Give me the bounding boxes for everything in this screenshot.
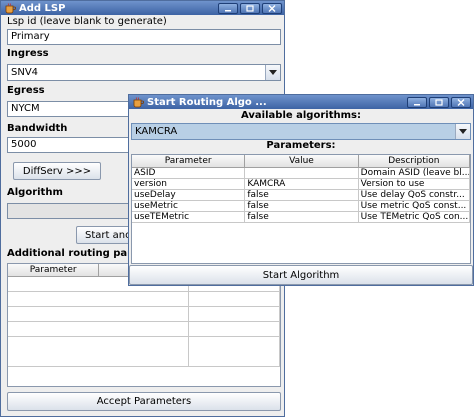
column-header-parameter[interactable]: Parameter [8,264,100,276]
table-row[interactable] [8,337,280,367]
diffserv-button[interactable]: DiffServ >>> [13,162,101,180]
param-description: Use TEMetric QoS con... [360,212,470,222]
algorithm-label: Algorithm [7,187,63,198]
param-description: Version to use [359,179,470,189]
ingress-label: Ingress [7,48,49,59]
table-row[interactable]: ASID Domain ASID (leave bl... [132,168,470,179]
parameters-label: Parameters: [266,140,336,151]
routing-algo-dialog: Start Routing Algo ... Available algorit… [128,94,474,286]
table-row[interactable] [8,307,280,322]
param-name: useMetric [132,201,246,211]
param-value[interactable]: false [245,201,359,211]
table-row[interactable]: useMetric false Use metric QoS const... [132,201,470,212]
chevron-down-icon[interactable] [265,65,280,80]
param-value[interactable]: KAMCRA [245,179,359,189]
param-description: Use delay QoS constr... [359,190,470,200]
ingress-select[interactable]: SNV4 [7,64,281,81]
close-icon[interactable] [262,2,282,14]
algorithm-select[interactable]: KAMCRA [131,123,471,140]
table-row[interactable]: version KAMCRA Version to use [132,179,470,190]
java-cup-icon [132,96,144,108]
chevron-down-icon[interactable] [455,124,470,139]
param-name: version [132,179,246,189]
ingress-value: SNV4 [11,67,39,78]
param-name: ASID [132,168,246,178]
param-value[interactable]: false [245,212,359,222]
column-header-description[interactable]: Description [359,155,470,167]
param-value[interactable]: false [245,190,359,200]
window-title: Add LSP [19,2,66,14]
routing-dialog-titlebar[interactable]: Start Routing Algo ... [129,95,473,109]
maximize-icon[interactable] [240,2,260,14]
column-header-parameter[interactable]: Parameter [132,155,246,167]
table-row[interactable]: useDelay false Use delay QoS constr... [132,190,470,201]
table-row[interactable]: useTEMetric false Use TEMetric QoS con..… [132,212,470,223]
selected-algorithm: KAMCRA [135,126,178,137]
table-row[interactable] [8,292,280,307]
parameters-table: Parameter Value Description ASID Domain … [131,154,471,264]
dialog-title: Start Routing Algo ... [147,96,267,108]
bandwidth-label: Bandwidth [7,123,68,134]
minimize-icon[interactable] [407,96,427,108]
accept-parameters-button[interactable]: Accept Parameters [7,392,281,411]
param-name: useDelay [132,190,246,200]
start-algorithm-button[interactable]: Start Algorithm [129,265,473,285]
egress-label: Egress [7,85,45,96]
column-header-value[interactable]: Value [245,155,359,167]
table-row[interactable] [8,322,280,337]
java-cup-icon [4,2,16,14]
minimize-icon[interactable] [218,2,238,14]
close-icon[interactable] [451,96,471,108]
param-description: Domain ASID (leave bl... [360,168,470,178]
param-name: useTEMetric [132,212,246,222]
param-value[interactable] [245,168,359,178]
lsp-id-label: Lsp id (leave blank to generate) [7,16,167,27]
param-description: Use metric QoS const... [359,201,470,211]
maximize-icon[interactable] [429,96,449,108]
lsp-id-field[interactable]: Primary [7,29,281,45]
available-algorithms-label: Available algorithms: [241,110,361,121]
add-lsp-titlebar[interactable]: Add LSP [1,1,284,15]
